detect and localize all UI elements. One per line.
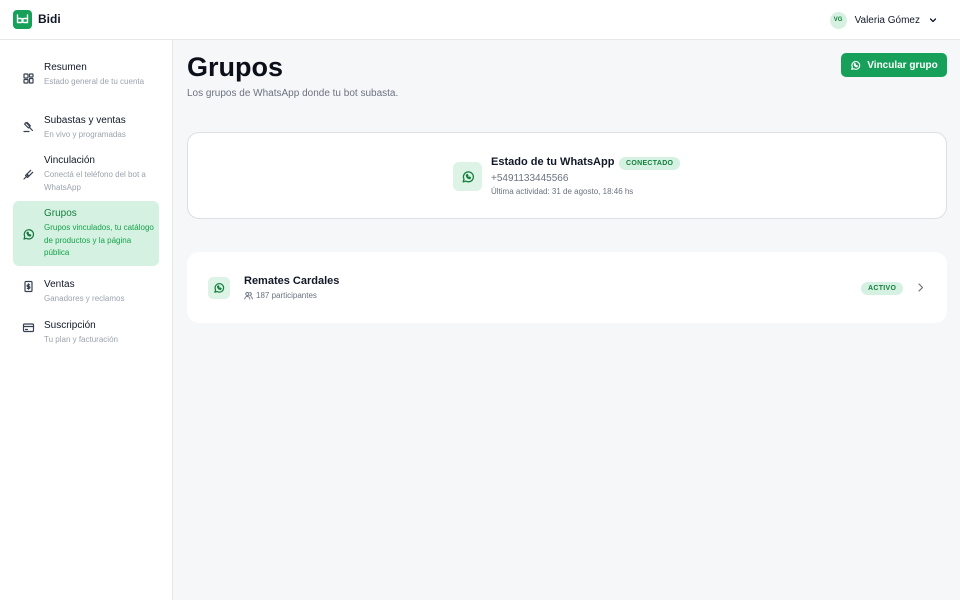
page-title: Grupos	[187, 52, 284, 82]
sidebar-item-description: Ganadores y reclamos	[44, 294, 125, 303]
whatsapp-status-title: Estado de tu WhatsApp	[491, 156, 615, 168]
group-participants: 187 participantes	[244, 291, 317, 300]
link-group-button[interactable]: Vincular grupo	[841, 53, 947, 77]
whatsapp-icon	[22, 228, 35, 241]
top-bar: Bidi VG Valeria Gómez	[0, 0, 960, 40]
brand-name: Bidi	[38, 12, 61, 26]
sidebar-item-resumen[interactable]: Resumen Estado general de tu cuenta	[13, 55, 159, 102]
status-badge: ACTIVO	[861, 282, 904, 295]
sidebar-item-subastas[interactable]: Subastas y ventas En vivo y programadas	[13, 108, 159, 144]
whatsapp-icon	[453, 162, 482, 191]
credit-card-icon	[22, 321, 35, 334]
sidebar: Resumen Estado general de tu cuenta Suba…	[0, 40, 173, 600]
sidebar-item-suscripcion[interactable]: Suscripción Tu plan y facturación	[13, 313, 159, 349]
sidebar-item-label: Ventas	[44, 279, 75, 290]
sidebar-item-grupos[interactable]: Grupos Grupos vinculados, tu catálogo de…	[13, 201, 159, 266]
user-menu[interactable]: VG Valeria Gómez	[829, 10, 938, 30]
sidebar-item-label: Resumen	[44, 62, 87, 73]
status-badge: CONECTADO	[619, 157, 681, 170]
avatar: VG	[829, 11, 847, 29]
user-name: Valeria Gómez	[854, 14, 920, 26]
whatsapp-icon	[851, 60, 861, 70]
receipt-icon	[22, 280, 35, 293]
sidebar-item-ventas[interactable]: Ventas Ganadores y reclamos	[13, 272, 159, 308]
group-list-item[interactable]: Remates Cardales 187 participantes ACTIV…	[187, 252, 947, 323]
chevron-right-icon	[918, 283, 924, 292]
plug-icon	[22, 168, 35, 181]
last-activity: Última actividad: 31 de agosto, 18:46 hs	[491, 187, 634, 196]
whatsapp-status-card: Estado de tu WhatsApp CONECTADO +5491133…	[187, 132, 947, 219]
group-name: Remates Cardales	[244, 275, 340, 287]
sidebar-item-vinculacion[interactable]: Vinculación Conectá el teléfono del bot …	[13, 148, 159, 196]
sidebar-item-description: Conectá el teléfono del bot a WhatsApp	[44, 170, 146, 192]
bidi-logo	[13, 10, 32, 29]
sidebar-item-label: Vinculación	[44, 155, 95, 166]
sidebar-item-label: Suscripción	[44, 320, 96, 331]
users-icon	[244, 292, 253, 300]
sidebar-item-description: Tu plan y facturación	[44, 335, 118, 344]
grid-icon	[22, 72, 35, 85]
sidebar-item-label: Grupos	[44, 208, 77, 219]
page-subtitle: Los grupos de WhatsApp donde tu bot suba…	[187, 88, 399, 99]
sidebar-item-description: Estado general de tu cuenta	[44, 77, 145, 86]
sidebar-item-label: Subastas y ventas	[44, 115, 126, 126]
chevron-down-icon	[929, 18, 937, 23]
whatsapp-icon	[208, 277, 230, 299]
sidebar-item-description: Grupos vinculados, tu catálogo de produc…	[44, 223, 154, 257]
gavel-icon	[22, 120, 35, 133]
sidebar-item-description: En vivo y programadas	[44, 130, 126, 139]
link-group-button-label: Vincular grupo	[867, 59, 938, 71]
group-participants-count: 187 participantes	[256, 291, 317, 300]
bot-phone-number: +5491133445566	[491, 173, 569, 184]
